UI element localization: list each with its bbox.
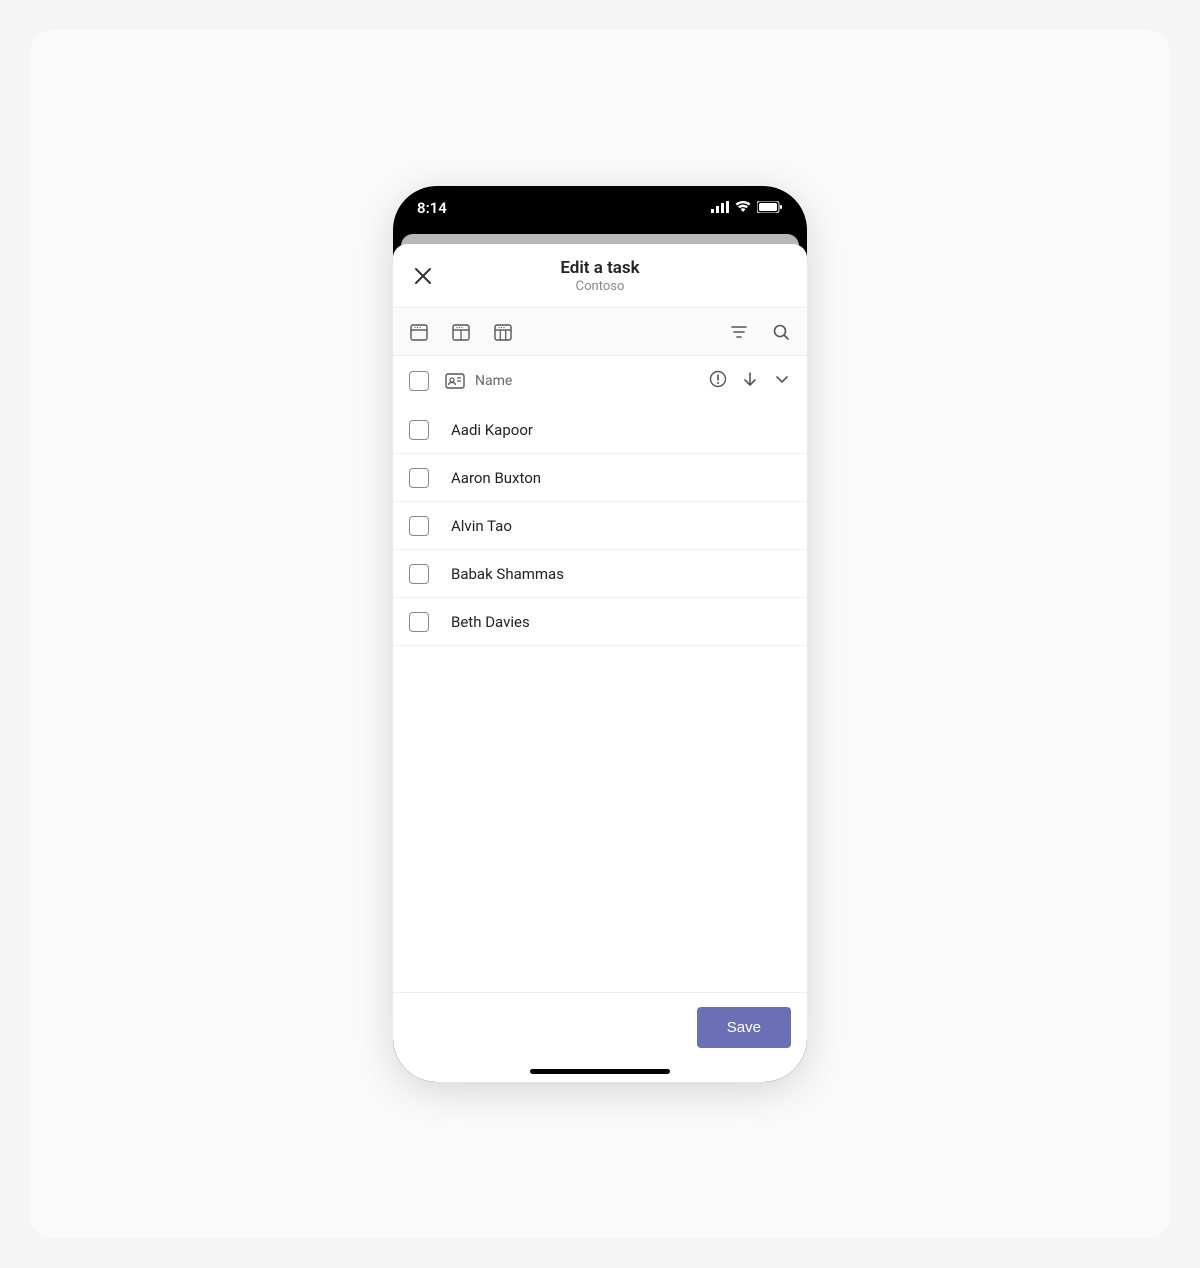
battery-icon	[757, 199, 783, 217]
cellular-icon	[711, 199, 729, 217]
sort-button[interactable]	[741, 370, 759, 392]
status-time: 8:14	[417, 199, 447, 217]
wifi-icon	[735, 199, 751, 217]
toolbar	[393, 308, 807, 356]
page-title: Edit a task	[393, 258, 807, 278]
contact-card-icon	[445, 373, 465, 389]
arrow-down-icon	[741, 370, 759, 388]
view-day-button[interactable]	[407, 320, 431, 344]
list-header: Name	[393, 356, 807, 406]
view-week-button[interactable]	[449, 320, 473, 344]
person-name: Babak Shammas	[451, 565, 564, 583]
info-button[interactable]	[709, 370, 727, 392]
modal-sheet: Edit a task Contoso	[393, 244, 807, 1082]
toolbar-right	[727, 320, 793, 344]
filter-icon	[730, 323, 748, 341]
close-button[interactable]	[407, 260, 439, 292]
header-titles: Edit a task Contoso	[393, 258, 807, 294]
list-item[interactable]: Aadi Kapoor	[393, 406, 807, 454]
canvas-card: 8:14 Edit a task	[30, 29, 1170, 1239]
row-checkbox[interactable]	[409, 468, 429, 488]
row-checkbox[interactable]	[409, 516, 429, 536]
column-actions	[709, 370, 791, 392]
calendar-month-icon	[493, 322, 513, 342]
list-item[interactable]: Aaron Buxton	[393, 454, 807, 502]
alert-circle-icon	[709, 370, 727, 388]
chevron-down-icon	[773, 370, 791, 388]
select-all-checkbox[interactable]	[409, 371, 429, 391]
row-checkbox[interactable]	[409, 612, 429, 632]
page-subtitle: Contoso	[393, 279, 807, 294]
phone-notch	[510, 186, 690, 214]
name-column-header[interactable]: Name	[445, 373, 693, 389]
view-month-button[interactable]	[491, 320, 515, 344]
save-button[interactable]: Save	[697, 1007, 791, 1048]
calendar-day-icon	[409, 322, 429, 342]
person-name: Alvin Tao	[451, 517, 512, 535]
status-indicators	[711, 199, 783, 217]
toolbar-left	[407, 320, 515, 344]
home-indicator[interactable]	[530, 1069, 670, 1074]
row-checkbox[interactable]	[409, 564, 429, 584]
search-icon	[772, 323, 790, 341]
search-button[interactable]	[769, 320, 793, 344]
expand-button[interactable]	[773, 370, 791, 392]
person-name: Aadi Kapoor	[451, 421, 533, 439]
people-list: Aadi Kapoor Aaron Buxton Alvin Tao Babak…	[393, 406, 807, 992]
person-name: Aaron Buxton	[451, 469, 541, 487]
close-icon	[414, 267, 432, 285]
name-column-label: Name	[475, 373, 512, 389]
row-checkbox[interactable]	[409, 420, 429, 440]
person-name: Beth Davies	[451, 613, 530, 631]
filter-button[interactable]	[727, 320, 751, 344]
phone-frame: 8:14 Edit a task	[393, 186, 807, 1082]
sheet-header: Edit a task Contoso	[393, 244, 807, 308]
list-item[interactable]: Beth Davies	[393, 598, 807, 646]
calendar-week-icon	[451, 322, 471, 342]
list-item[interactable]: Alvin Tao	[393, 502, 807, 550]
list-item[interactable]: Babak Shammas	[393, 550, 807, 598]
